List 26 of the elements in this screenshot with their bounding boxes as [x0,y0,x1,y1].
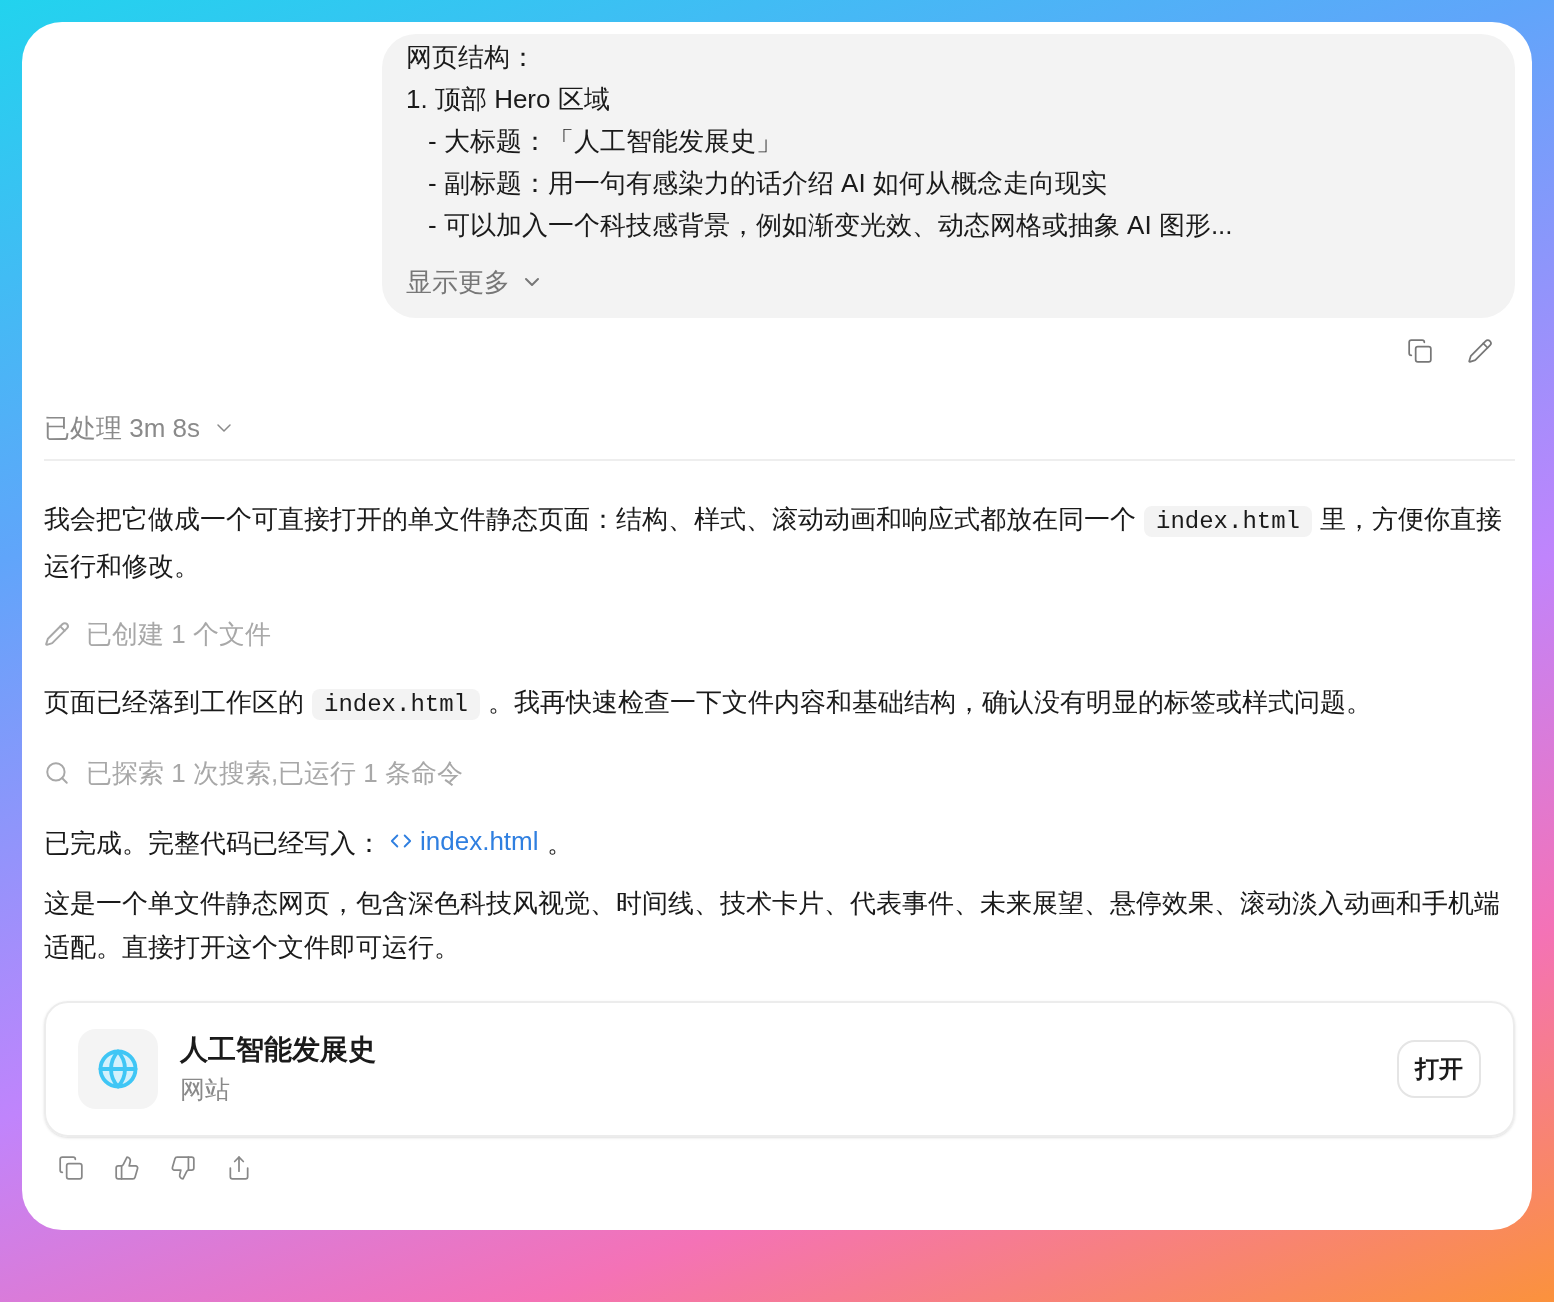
thumbs-up-icon[interactable] [114,1155,140,1181]
message-paragraph: 我会把它做成一个可直接打开的单文件静态页面：结构、样式、滚动动画和响应式都放在同一个 index.html 里，方便你直接运行和修改。 [44,503,1504,583]
message-line: - 副标题：用一句有感染力的话介绍 AI 如何从概念走向现实 [427,167,1108,200]
artifact-title: 人工智能发展史 [180,1033,377,1067]
edit-icon[interactable] [1467,338,1493,364]
show-more-button[interactable]: 显示更多 [406,264,544,300]
message-line: 1. 顶部 Hero 区域 [406,83,611,116]
activity-summary[interactable]: 已探索 1 次搜索,已运行 1 条命令 [86,755,464,791]
message-line: - 可以加入一个科技感背景，例如渐变光效、动态网格或抽象 AI 图形... [427,209,1234,242]
copy-icon[interactable] [58,1155,84,1181]
artifact-subtitle: 网站 [180,1074,231,1105]
message-paragraph: 已完成。完整代码已经写入： index.html 。 [44,819,1515,865]
globe-icon [97,1048,139,1090]
thumbs-down-icon[interactable] [170,1155,196,1181]
activity-summary[interactable]: 已创建 1 个文件 [86,616,271,652]
search-icon [44,760,70,786]
message-line: 网页结构： [406,41,537,74]
pencil-icon [44,621,70,647]
processed-toggle[interactable]: 已处理 3m 8s [44,410,237,446]
copy-icon[interactable] [1407,338,1433,364]
message-line: - 大标题：「人工智能发展史」 [427,125,783,158]
message-paragraph: 这是一个单文件静态网页，包含深色科技风视觉、时间线、技术卡片、代表事件、未来展望、悬停效果、滚动淡入动画和手机端适配。直接打开这个文件即可运行。 [44,887,1501,964]
file-link[interactable]: index.html [390,819,539,863]
message-paragraph: 页面已经落到工作区的 index.html 。我再快速检查一下文件内容和基础结构，确认没有明显的标签或样式问题。 [44,686,1374,722]
open-button[interactable]: 打开 [1397,1040,1481,1098]
share-icon[interactable] [226,1155,252,1181]
